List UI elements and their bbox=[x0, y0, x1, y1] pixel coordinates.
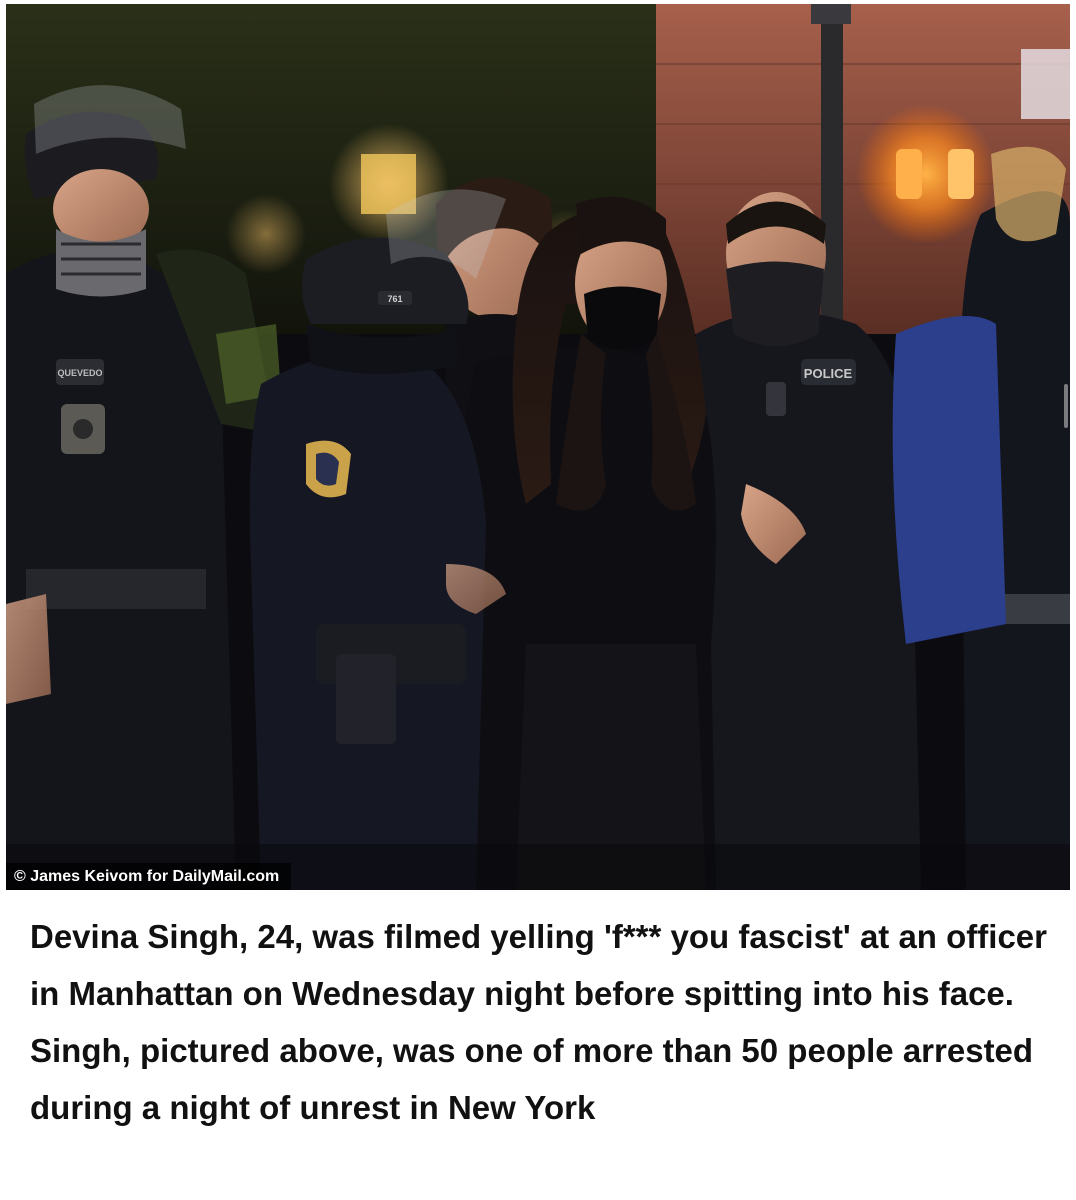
helmet-number: 761 bbox=[387, 294, 402, 304]
photo-caption: Devina Singh, 24, was filmed yelling 'f*… bbox=[30, 918, 1047, 1126]
jacket-police-text: POLICE bbox=[804, 366, 853, 381]
news-photo: POLICE QUEVEDO 761 bbox=[6, 4, 1070, 890]
article-image-card: POLICE QUEVEDO 761 © James Keivom for Da… bbox=[0, 0, 1076, 1200]
photo-illustration: POLICE QUEVEDO 761 bbox=[6, 4, 1070, 890]
scrollbar-thumb[interactable] bbox=[1064, 384, 1068, 428]
officer-name-tag: QUEVEDO bbox=[57, 368, 102, 378]
photo-credit: © James Keivom for DailyMail.com bbox=[6, 863, 292, 890]
